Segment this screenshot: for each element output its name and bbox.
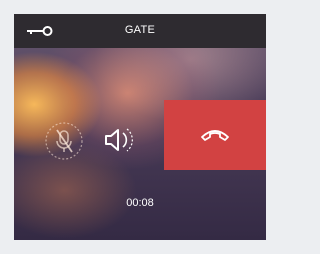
mute-microphone-button[interactable] bbox=[44, 121, 84, 161]
speaker-button[interactable] bbox=[100, 122, 136, 158]
hang-up-button[interactable] bbox=[164, 100, 266, 170]
page-title: GATE bbox=[124, 24, 156, 36]
mic-muted-icon bbox=[45, 122, 83, 160]
top-bar: GATE bbox=[14, 14, 266, 48]
speaker-icon bbox=[105, 128, 133, 152]
phone-hangup-icon bbox=[201, 130, 229, 141]
intercom-call-screen: GATE 00:08 bbox=[14, 14, 266, 240]
call-duration: 00:08 bbox=[126, 197, 154, 209]
